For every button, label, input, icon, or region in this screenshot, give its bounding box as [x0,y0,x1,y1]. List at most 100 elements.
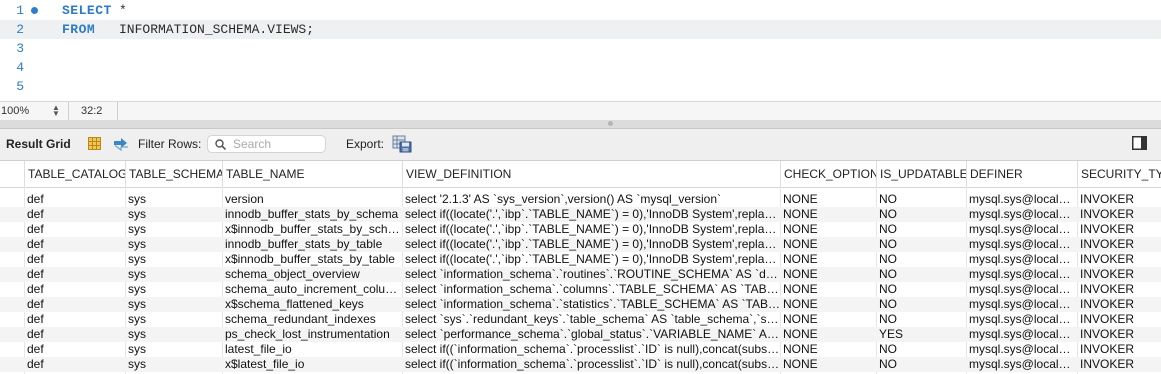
table-row[interactable]: def sys latest_file_io select if((`informat… [0,342,1161,357]
cell-table-schema[interactable]: sys [125,282,222,297]
cell-view-definition[interactable]: select `sys`.`redundant_keys`.`table_sch… [402,312,780,327]
cell-table-catalog[interactable]: def [24,267,125,282]
cell-table-name[interactable]: latest_file_io [222,342,402,357]
cell-table-schema[interactable]: sys [125,192,222,207]
column-header-view-definition[interactable]: VIEW_DEFINITION [402,161,780,187]
cell-is-updatable[interactable]: NO [876,267,966,282]
cell-table-name[interactable]: innodb_buffer_stats_by_table [222,237,402,252]
cell-security-type[interactable]: INVOKER [1077,297,1161,312]
cell-security-type[interactable]: INVOKER [1077,312,1161,327]
cell-is-updatable[interactable]: NO [876,357,966,372]
zoom-level[interactable]: 100% [1,102,29,121]
cell-is-updatable[interactable]: NO [876,282,966,297]
cell-table-catalog[interactable]: def [24,357,125,372]
cell-definer[interactable]: mysql.sys@localhost [966,252,1077,267]
cell-check-option[interactable]: NONE [780,342,876,357]
cell-check-option[interactable]: NONE [780,327,876,342]
cell-table-name[interactable]: schema_auto_increment_columns [222,282,402,297]
cell-table-schema[interactable]: sys [125,327,222,342]
toggle-panel-icon[interactable] [1132,136,1147,150]
column-header-check-option[interactable]: CHECK_OPTION [780,161,876,187]
cell-view-definition[interactable]: select `performance_schema`.`global_stat… [402,327,780,342]
cell-table-catalog[interactable]: def [24,192,125,207]
cell-view-definition[interactable]: select if((locate('.',`ibp`.`TABLE_NAME`… [402,252,780,267]
cell-view-definition[interactable]: select `information_schema`.`statistics`… [402,297,780,312]
cell-definer[interactable]: mysql.sys@localhost [966,282,1077,297]
cell-check-option[interactable]: NONE [780,357,876,372]
column-header-table-name[interactable]: TABLE_NAME [222,161,402,187]
cell-security-type[interactable]: INVOKER [1077,207,1161,222]
cell-table-schema[interactable]: sys [125,222,222,237]
cell-table-name[interactable]: ps_check_lost_instrumentation [222,327,402,342]
cell-table-catalog[interactable]: def [24,312,125,327]
table-row[interactable]: def sys schema_auto_increment_columns selec… [0,282,1161,297]
cell-table-catalog[interactable]: def [24,327,125,342]
filter-search-input[interactable] [233,137,321,151]
cell-view-definition[interactable]: select if((`information_schema`.`process… [402,342,780,357]
cell-definer[interactable]: mysql.sys@localhost [966,312,1077,327]
cell-security-type[interactable]: INVOKER [1077,252,1161,267]
cell-table-catalog[interactable]: def [24,282,125,297]
cell-is-updatable[interactable]: NO [876,342,966,357]
cell-check-option[interactable]: NONE [780,252,876,267]
cell-definer[interactable]: mysql.sys@localhost [966,192,1077,207]
panel-splitter[interactable] [0,120,1161,129]
cell-view-definition[interactable]: select '2.1.3' AS `sys_version`,version(… [402,192,780,207]
cell-table-catalog[interactable]: def [24,222,125,237]
editor-line[interactable]: 5 [0,77,1161,96]
cell-table-name[interactable]: schema_object_overview [222,267,402,282]
editor-line[interactable]: 1 SELECT * [0,1,1161,20]
cell-table-name[interactable]: version [222,192,402,207]
cell-security-type[interactable]: INVOKER [1077,342,1161,357]
cell-table-schema[interactable]: sys [125,252,222,267]
cell-security-type[interactable]: INVOKER [1077,222,1161,237]
cell-table-name[interactable]: schema_redundant_indexes [222,312,402,327]
cell-check-option[interactable]: NONE [780,312,876,327]
cell-is-updatable[interactable]: NO [876,252,966,267]
cell-is-updatable[interactable]: NO [876,297,966,312]
table-row[interactable]: def sys ps_check_lost_instrumentation selec… [0,327,1161,342]
statement-marker-icon[interactable] [31,7,38,14]
export-icon[interactable] [392,135,412,153]
cell-check-option[interactable]: NONE [780,192,876,207]
column-header-table-catalog[interactable]: TABLE_CATALOG [24,161,125,187]
cell-check-option[interactable]: NONE [780,282,876,297]
table-row[interactable]: def sys innodb_buffer_stats_by_schema selec… [0,207,1161,222]
cell-table-catalog[interactable]: def [24,207,125,222]
editor-line[interactable]: 3 [0,39,1161,58]
cell-is-updatable[interactable]: NO [876,312,966,327]
cell-table-catalog[interactable]: def [24,252,125,267]
cell-is-updatable[interactable]: NO [876,237,966,252]
column-header-table-schema[interactable]: TABLE_SCHEMA [125,161,222,187]
cell-view-definition[interactable]: select if((locate('.',`ibp`.`TABLE_NAME`… [402,222,780,237]
cell-view-definition[interactable]: select `information_schema`.`columns`.`T… [402,282,780,297]
cell-security-type[interactable]: INVOKER [1077,267,1161,282]
cell-table-catalog[interactable]: def [24,297,125,312]
grid-view-icon[interactable] [88,137,101,150]
cell-table-schema[interactable]: sys [125,357,222,372]
result-grid[interactable]: TABLE_CATALOG TABLE_SCHEMA TABLE_NAME VIEW_… [0,161,1161,374]
cell-definer[interactable]: mysql.sys@localhost [966,222,1077,237]
cell-check-option[interactable]: NONE [780,267,876,282]
cell-table-name[interactable]: innodb_buffer_stats_by_schema [222,207,402,222]
cell-security-type[interactable]: INVOKER [1077,327,1161,342]
cell-table-name[interactable]: x$innodb_buffer_stats_by_schema [222,222,402,237]
cell-is-updatable[interactable]: NO [876,222,966,237]
cell-security-type[interactable]: INVOKER [1077,357,1161,372]
column-header-is-updatable[interactable]: IS_UPDATABLE [876,161,966,187]
cell-definer[interactable]: mysql.sys@localhost [966,342,1077,357]
cell-is-updatable[interactable]: NO [876,192,966,207]
table-row[interactable]: def sys version select '2.1.3' AS `sys_vers… [0,192,1161,207]
wrap-cell-content-icon[interactable] [112,136,130,152]
table-row[interactable]: def sys x$schema_flattened_keys select `inf… [0,297,1161,312]
cell-definer[interactable]: mysql.sys@localhost [966,327,1077,342]
cell-check-option[interactable]: NONE [780,237,876,252]
cell-is-updatable[interactable]: YES [876,327,966,342]
cell-table-schema[interactable]: sys [125,237,222,252]
splitter-grip-icon[interactable] [608,121,613,126]
filter-search-box[interactable] [207,135,326,153]
result-grid-label[interactable]: Result Grid [6,137,71,151]
cell-table-schema[interactable]: sys [125,342,222,357]
cell-table-name[interactable]: x$innodb_buffer_stats_by_table [222,252,402,267]
cell-table-schema[interactable]: sys [125,267,222,282]
